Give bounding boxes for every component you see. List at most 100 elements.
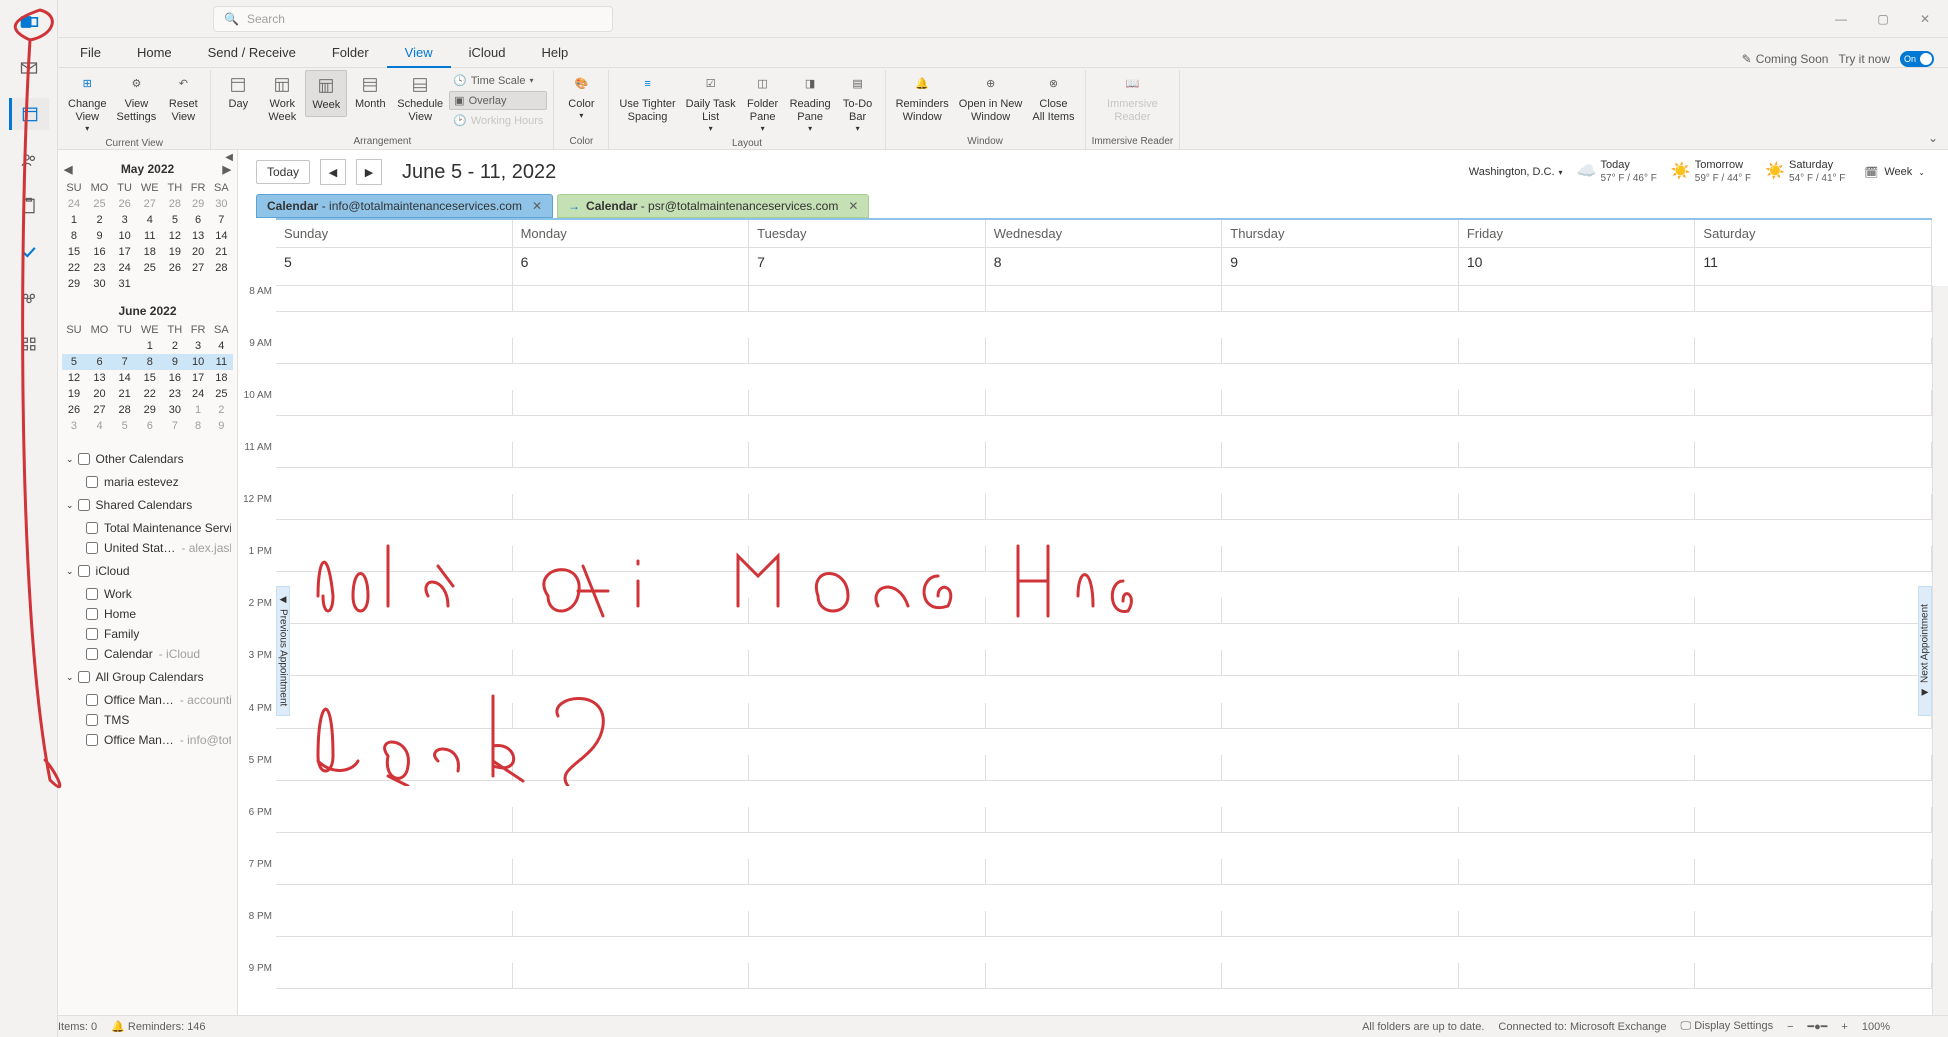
time-cell[interactable] [749,703,986,729]
time-cell[interactable] [1695,286,1932,312]
time-cell[interactable] [986,442,1223,468]
mini-cal-day[interactable]: 26 [163,260,186,276]
mini-cal-day[interactable]: 21 [210,244,233,260]
mini-cal-day[interactable]: 30 [163,402,186,418]
mini-cal-day[interactable]: 26 [113,196,136,212]
calendar-checkbox[interactable] [86,522,98,534]
mini-cal-day[interactable]: 31 [113,276,136,292]
time-cell[interactable] [276,859,513,885]
mini-cal-week[interactable]: 567891011 [62,354,233,370]
mini-cal-day[interactable]: 24 [62,196,86,212]
mini-cal-week[interactable]: 262728293012 [62,402,233,418]
tree-group-shared-calendars[interactable]: ⌄Shared Calendars [64,492,231,518]
time-cell[interactable] [1459,755,1696,781]
mini-cal-day[interactable]: 20 [86,386,113,402]
nav-tasks-icon[interactable] [9,190,49,222]
prev-week-button[interactable]: ◀ [320,159,346,185]
weather-day[interactable]: ☁️Today57° F / 46° F [1577,159,1657,184]
mini-cal-day[interactable]: 19 [62,386,86,402]
mini-cal-day[interactable]: 4 [136,212,163,228]
maximize-button[interactable]: ▢ [1868,4,1898,34]
day-date[interactable]: 5 [276,248,513,286]
nav-more-icon[interactable] [9,328,49,360]
mini-cal-day[interactable] [210,276,233,292]
group-checkbox[interactable] [78,565,90,577]
time-cell[interactable] [276,963,513,989]
week-button[interactable]: Week [305,70,347,117]
mini-cal-day[interactable] [62,338,86,354]
time-cell[interactable] [1459,859,1696,885]
mini-cal-day[interactable]: 10 [113,228,136,244]
time-cell[interactable] [1222,963,1459,989]
mini-cal-day[interactable]: 12 [163,228,186,244]
time-cell[interactable] [1459,442,1696,468]
time-cell[interactable] [1695,963,1932,989]
mini-cal-day[interactable]: 12 [62,370,86,386]
time-cell[interactable] [749,546,986,572]
time-cell[interactable] [1695,755,1932,781]
time-cell[interactable] [513,703,750,729]
open-new-window-button[interactable]: ⊕Open in New Window [955,70,1027,128]
time-cell[interactable] [986,755,1223,781]
time-cell[interactable] [749,859,986,885]
mini-cal-day[interactable]: 8 [186,418,209,434]
mini-cal-day[interactable]: 17 [186,370,209,386]
mini-cal-day[interactable]: 9 [210,418,233,434]
daily-task-list-button[interactable]: ☑Daily Task List ▾ [682,70,740,138]
time-cell[interactable] [513,546,750,572]
mini-cal-day[interactable]: 9 [86,228,113,244]
immersive-reader-button[interactable]: 📖Immersive Reader [1103,70,1162,128]
today-button[interactable]: Today [256,160,310,184]
tree-item[interactable]: maria estevez [64,472,231,492]
mini-cal-day[interactable]: 27 [186,260,209,276]
mini-cal-day[interactable]: 5 [163,212,186,228]
time-cell[interactable] [276,494,513,520]
time-cell[interactable] [276,546,513,572]
zoom-slider[interactable]: ━●━ [1808,1020,1828,1033]
nav-todo-icon[interactable] [9,236,49,268]
time-cell[interactable] [276,390,513,416]
menu-view[interactable]: View [387,39,451,68]
time-cell[interactable] [1459,703,1696,729]
ribbon-collapse-button[interactable]: ⌄ [1928,131,1938,145]
mini-cal-day[interactable]: 1 [136,338,163,354]
time-cell[interactable] [1695,859,1932,885]
day-date[interactable]: 7 [749,248,986,286]
time-cell[interactable] [1222,390,1459,416]
tree-item[interactable]: Calendar - iCloud [64,644,231,664]
mini-cal-day[interactable]: 15 [136,370,163,386]
time-cell[interactable] [986,963,1223,989]
time-cell[interactable] [1459,598,1696,624]
mini-cal-day[interactable] [86,338,113,354]
calendar-tab[interactable]: →Calendar - psr@totalmaintenanceservices… [557,194,869,218]
prev-month-button[interactable]: ◀ [64,163,72,176]
time-cell[interactable] [513,442,750,468]
time-cell[interactable] [1222,911,1459,937]
time-cell[interactable] [1695,338,1932,364]
time-cell[interactable] [513,911,750,937]
month-button[interactable]: Month [349,70,391,115]
calendar-checkbox[interactable] [86,476,98,488]
mini-cal-week[interactable]: 22232425262728 [62,260,233,276]
mini-cal-week[interactable]: 293031 [62,276,233,292]
working-hours-button[interactable]: 🕑Working Hours [449,112,547,129]
view-settings-button[interactable]: ⚙View Settings [113,70,161,128]
menu-file[interactable]: File [62,39,119,67]
time-cell[interactable] [276,286,513,312]
mini-cal-day[interactable]: 30 [210,196,233,212]
time-cell[interactable] [276,807,513,833]
mini-cal-day[interactable]: 18 [210,370,233,386]
time-cell[interactable] [749,338,986,364]
nav-calendar-icon[interactable] [9,98,49,130]
time-cell[interactable] [986,494,1223,520]
time-cell[interactable] [1695,390,1932,416]
tree-item[interactable]: Total Maintenance Servi… [64,518,231,538]
mini-cal-week[interactable]: 891011121314 [62,228,233,244]
mini-cal-day[interactable]: 11 [210,354,233,370]
time-cell[interactable] [986,598,1223,624]
close-all-items-button[interactable]: ⊗Close All Items [1028,70,1078,128]
time-cell[interactable] [749,963,986,989]
time-cell[interactable] [513,650,750,676]
mini-cal-day[interactable]: 28 [210,260,233,276]
mini-cal-day[interactable]: 29 [186,196,209,212]
